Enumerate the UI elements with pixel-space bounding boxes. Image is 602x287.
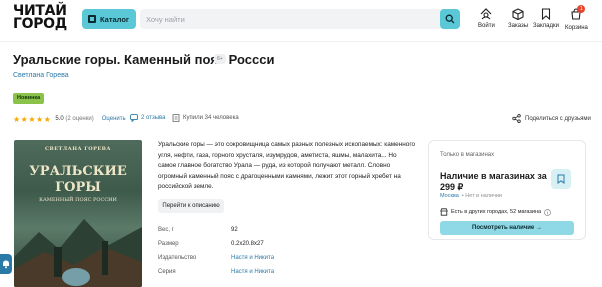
- card-label: Только в магазинах: [440, 152, 495, 158]
- catalog-label: Каталог: [100, 14, 130, 24]
- login-button[interactable]: Войти: [478, 8, 495, 29]
- cover-illustration: [14, 219, 142, 287]
- rating-row: ★★★★★ 5.0 (2 оценки) Оценить: [13, 114, 126, 124]
- orders-label: Заказы: [508, 23, 529, 29]
- cover-title-1: УРАЛЬСКИЕ: [29, 164, 127, 179]
- author-link[interactable]: Светлана Горева: [13, 72, 69, 79]
- orders-button[interactable]: Заказы: [508, 8, 528, 29]
- share-icon: [512, 114, 521, 123]
- spec-row: Размер 0.2x20.8x27: [158, 241, 358, 251]
- spec-row: Издательство Настя и Никита: [158, 255, 358, 265]
- availability-card: Только в магазинах Наличие в магазинах з…: [428, 140, 586, 240]
- rating-value: 5.0: [55, 116, 64, 122]
- bookmark-icon: [557, 174, 565, 184]
- user-icon: [480, 8, 492, 20]
- cover-title-2: ГОРЫ: [55, 180, 101, 195]
- spec-value: 0.2x20.8x27: [231, 241, 264, 247]
- book-cover-image[interactable]: СВЕТЛАНА ГОРЕВА УРАЛЬСКИЕ ГОРЫ КАМЕННЫЙ …: [14, 140, 142, 287]
- availability-price: Наличие в магазинах за 299 ₽: [440, 171, 547, 192]
- check-availability-button[interactable]: Посмотреть наличие →: [440, 221, 574, 235]
- cart-button[interactable]: 1 Корзина: [565, 5, 588, 31]
- product-description: Уральские горы — это сокровищница самых …: [158, 141, 416, 190]
- other-cities-label: Есть в других городах, 52 магазина: [451, 209, 542, 215]
- rating-count: (2 оценки): [65, 116, 94, 122]
- series-link[interactable]: Настя и Никита: [231, 269, 274, 275]
- city-status: Москва • Нет в наличии: [440, 193, 502, 199]
- notifications-button[interactable]: [0, 254, 12, 274]
- other-cities-info: Есть в других городах, 52 магазина: [440, 208, 551, 216]
- bell-icon: [3, 260, 9, 269]
- bought-count: Купили 34 человека: [172, 114, 239, 122]
- age-rating-badge: 6+: [214, 54, 226, 64]
- rate-link[interactable]: Оценить: [102, 116, 126, 122]
- search-bar: [140, 9, 458, 29]
- info-icon[interactable]: [544, 208, 551, 216]
- cart-label: Корзина: [565, 25, 588, 31]
- star-rating-icon: ★★★★★: [13, 114, 52, 124]
- reviews-link[interactable]: 2 отзыва: [130, 114, 165, 122]
- product-title: Уральские горы. Каменный пояс Россси: [13, 52, 275, 67]
- spec-key: Издательство: [158, 255, 197, 261]
- spec-key: Вес, г: [158, 227, 174, 233]
- go-to-description-button[interactable]: Перейти к описанию: [158, 199, 224, 213]
- bookmark-icon: [541, 8, 551, 20]
- bought-label: Купили 34 человека: [183, 115, 239, 121]
- check-availability-label: Посмотреть наличие: [472, 225, 535, 231]
- spec-value: 92: [231, 227, 238, 233]
- spec-row: Серия Настя и Никита: [158, 269, 358, 279]
- catalog-button[interactable]: Каталог: [82, 9, 136, 29]
- cover-author: СВЕТЛАНА ГОРЕВА: [45, 146, 111, 152]
- reviews-label: 2 отзыва: [141, 115, 166, 121]
- share-label: Поделиться с друзьями: [525, 115, 591, 122]
- search-button[interactable]: [440, 9, 460, 29]
- city-link[interactable]: Москва: [440, 193, 459, 199]
- catalog-icon: [88, 15, 96, 23]
- bookmarks-button[interactable]: Закладки: [533, 8, 559, 29]
- box-icon: [512, 8, 524, 20]
- spec-row: Вес, г 92: [158, 227, 358, 237]
- cart-count-badge: 1: [577, 5, 586, 13]
- logo[interactable]: ЧИТАЙ ГОРОД: [13, 4, 67, 32]
- search-icon: [445, 14, 455, 24]
- receipt-icon: [172, 114, 180, 122]
- share-button[interactable]: Поделиться с друзьями: [512, 114, 591, 123]
- login-label: Войти: [478, 23, 495, 29]
- publisher-link[interactable]: Настя и Никита: [231, 255, 274, 261]
- bookmarks-label: Закладки: [533, 23, 559, 29]
- cover-subtitle: КАМЕННЫЙ ПОЯС РОССИИ: [39, 197, 117, 203]
- chat-icon: [130, 114, 138, 122]
- site-header: ЧИТАЙ ГОРОД Каталог Войти Заказы Закладк…: [0, 0, 602, 42]
- add-bookmark-button[interactable]: [551, 169, 571, 189]
- new-badge: Новинка: [13, 93, 45, 104]
- spec-key: Размер: [158, 241, 179, 247]
- spec-key: Серия: [158, 269, 176, 275]
- stock-status: • Нет в наличии: [461, 193, 502, 199]
- logo-line-2: ГОРОД: [13, 16, 67, 32]
- store-icon: [440, 208, 448, 216]
- search-input[interactable]: [146, 12, 436, 26]
